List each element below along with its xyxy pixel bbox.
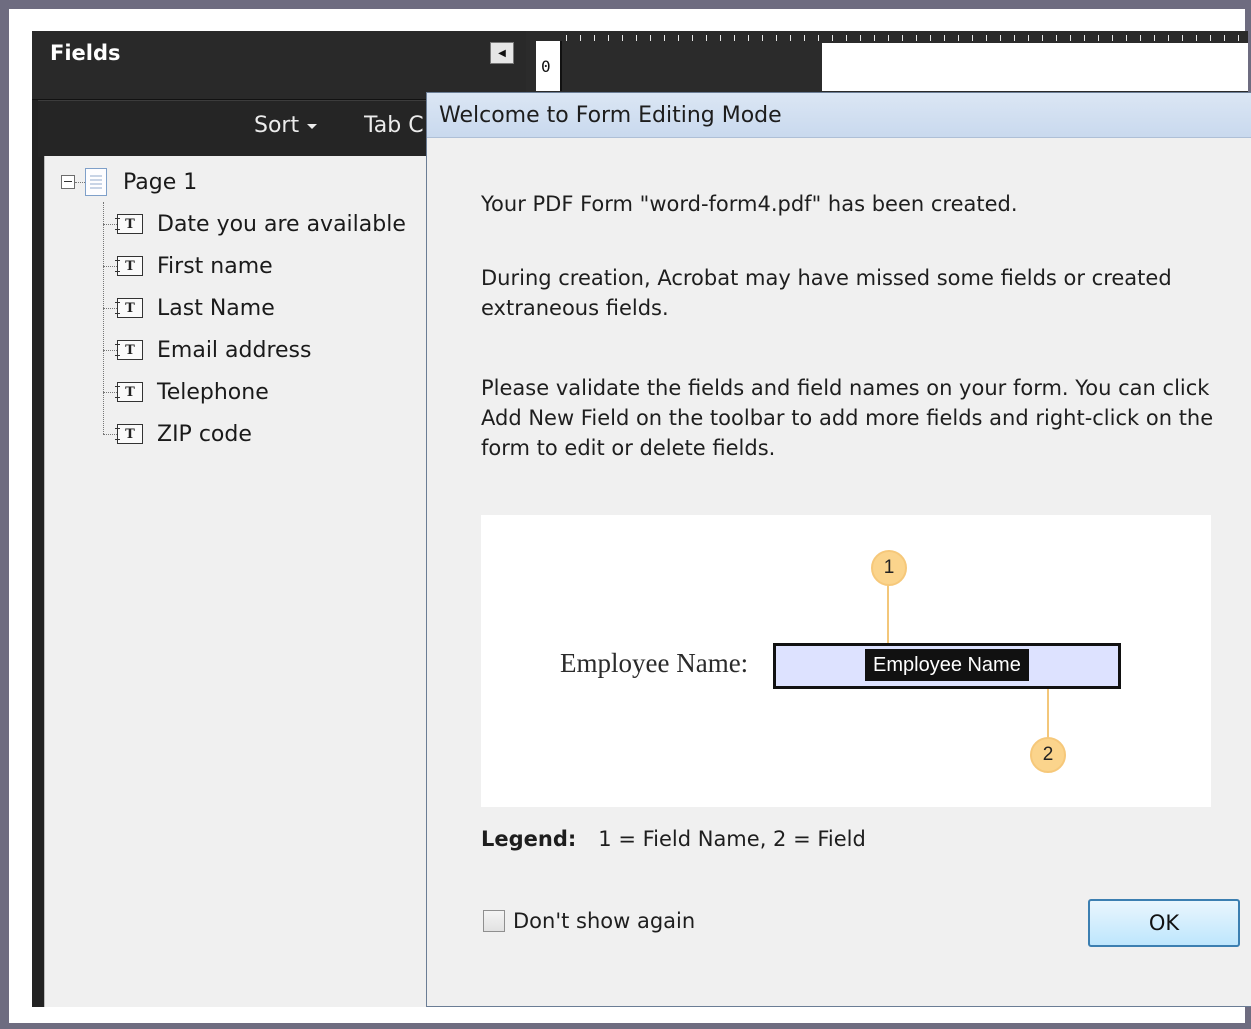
tree-item[interactable]: T Telephone (103, 377, 269, 407)
dialog-paragraph-creation: During creation, Acrobat may have missed… (481, 266, 1172, 320)
fields-toolbar: Sort Tab C (38, 100, 430, 157)
panel-edge (32, 100, 44, 1007)
tree-item-label: First name (157, 253, 273, 279)
dialog-paragraph-validate: Please validate the fields and field nam… (481, 376, 1214, 460)
tree-item-label: Last Name (157, 295, 275, 321)
legend-text: 1 = Field Name, 2 = Field (598, 827, 866, 851)
dont-show-again-row[interactable]: Don't show again (483, 909, 695, 933)
callout-leader-line (1047, 689, 1049, 739)
text-field-icon: T (115, 214, 143, 234)
vertical-ruler: 0 (536, 41, 562, 91)
tree-item-label: Date you are available (157, 211, 406, 237)
text-field-icon: T (115, 340, 143, 360)
tree-root-label: Page 1 (123, 169, 198, 195)
tree-item[interactable]: T Date you are available (103, 209, 406, 239)
ruler-ticks (566, 35, 1248, 41)
dialog-title-bar[interactable]: Welcome to Form Editing Mode (427, 93, 1251, 138)
document-ruler: 0 (536, 31, 1248, 91)
callout-badge-2: 2 (1030, 737, 1066, 773)
tree-connector (103, 223, 117, 225)
tree-connector (103, 433, 117, 435)
welcome-dialog: Welcome to Form Editing Mode Your PDF Fo… (426, 92, 1251, 1007)
text-field-icon: T (115, 256, 143, 276)
chevron-left-icon: ◀ (498, 47, 506, 59)
text-field-icon: T (115, 298, 143, 318)
caret-down-icon (307, 124, 318, 129)
collapse-panel-button[interactable]: ◀ (490, 42, 514, 64)
tree-item-label: ZIP code (157, 421, 252, 447)
tree-connector (103, 391, 117, 393)
field-illustration: Employee Name: Employee Name 1 2 (481, 515, 1211, 807)
collapse-node-icon[interactable] (61, 175, 75, 189)
fields-panel-header: Fields ◀ (32, 31, 526, 101)
text-field-icon: T (115, 424, 143, 444)
text-field-icon: T (115, 382, 143, 402)
ruler-zero-label: 0 (541, 57, 551, 76)
dialog-title: Welcome to Form Editing Mode (439, 103, 782, 128)
fields-tree: Page 1 T Date you are available T First … (44, 156, 427, 1007)
tree-item[interactable]: T Last Name (103, 293, 275, 323)
legend-label: Legend: (481, 827, 577, 851)
legend: Legend: 1 = Field Name, 2 = Field (481, 827, 866, 851)
fields-panel-title: Fields (50, 41, 121, 65)
tree-connector (103, 349, 117, 351)
dont-show-again-checkbox[interactable] (483, 910, 505, 932)
tree-item[interactable]: T First name (103, 251, 273, 281)
tree-connector (103, 307, 117, 309)
ok-button[interactable]: OK (1088, 899, 1240, 947)
dont-show-again-label[interactable]: Don't show again (513, 909, 695, 933)
callout-badge-1: 1 (871, 550, 907, 586)
illustration-label: Employee Name: (560, 648, 749, 678)
tree-connector (75, 181, 85, 183)
document-page (822, 43, 1248, 91)
tree-item[interactable]: T Email address (103, 335, 311, 365)
tree-connector (103, 265, 117, 267)
tree-item-label: Telephone (157, 379, 269, 405)
sort-label: Sort (254, 113, 300, 138)
tab-order-button[interactable]: Tab C (364, 113, 430, 138)
page-icon (85, 168, 107, 196)
tree-root-page[interactable]: Page 1 (61, 168, 197, 196)
callout-leader-line (887, 585, 889, 651)
sort-dropdown[interactable]: Sort (254, 113, 318, 138)
tree-item-label: Email address (157, 337, 312, 363)
illustration-field-name: Employee Name (865, 649, 1029, 681)
dialog-paragraph-created: Your PDF Form "word-form4.pdf" has been … (481, 192, 1018, 216)
tree-item[interactable]: T ZIP code (103, 419, 252, 449)
